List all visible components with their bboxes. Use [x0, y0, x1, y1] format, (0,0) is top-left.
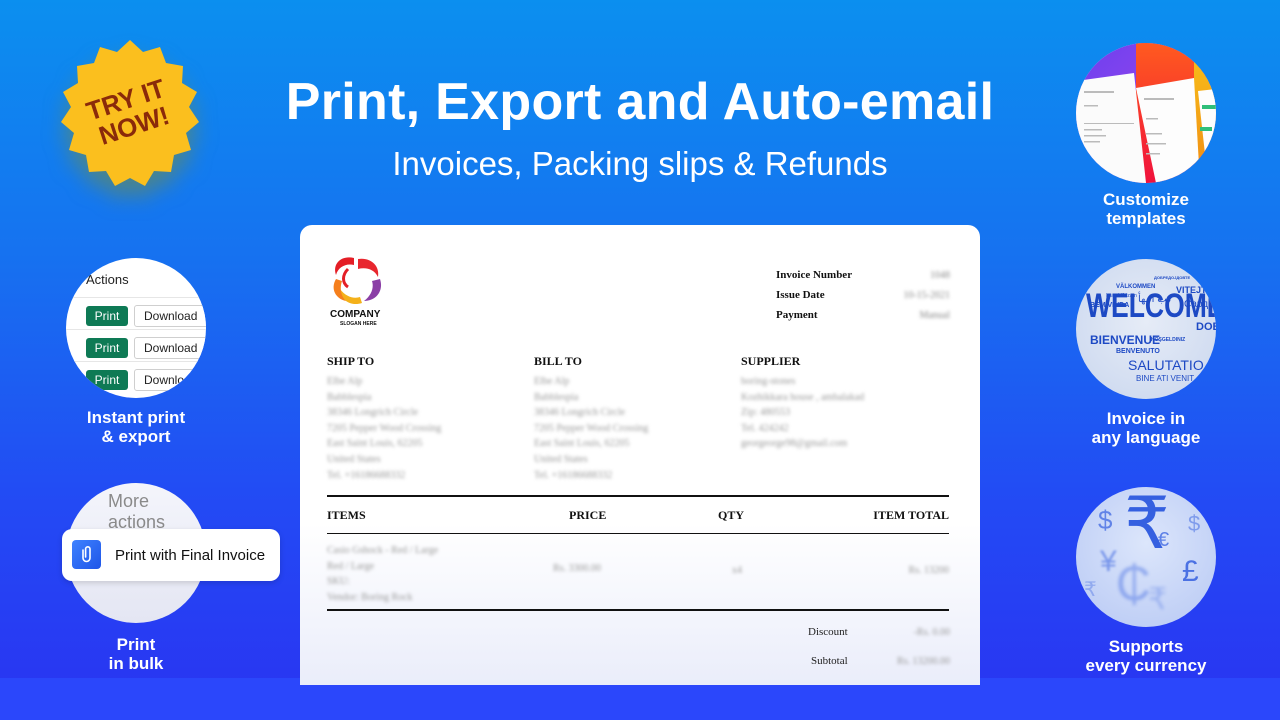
pound-icon: £	[1182, 555, 1199, 588]
lang-word: HOŞGELDINIZ	[1151, 337, 1186, 343]
actions-title: Actions	[86, 272, 129, 287]
print-with-final-invoice-item[interactable]: Print with Final Invoice	[62, 529, 280, 581]
feature-customize-templates: Customize templates	[1071, 43, 1221, 228]
lang-word: Laipni lūdzam	[1106, 293, 1137, 299]
item-total-header: ITEM TOTAL	[873, 508, 949, 522]
discount-label: Discount	[808, 626, 848, 638]
ship-to-address: Elbe Alp Babblespia 38346 Longrich Circl…	[327, 376, 442, 481]
payment-label: Payment	[776, 309, 818, 321]
price-header: PRICE	[569, 508, 607, 522]
issue-date-value: 10-15-2021	[903, 290, 950, 301]
feature-label: Supports every currency	[1085, 637, 1207, 675]
lang-word: VÄLKOMMEN	[1116, 284, 1156, 290]
try-it-now-badge[interactable]: TRY IT NOW!	[50, 38, 210, 193]
lang-word: SALUTATIO	[1128, 357, 1204, 373]
lang-word: ДОБРЕДОЈДОВТЕ	[1154, 275, 1191, 280]
lang-word: BENVENUTO	[1116, 348, 1160, 355]
action-row: Print Download	[66, 329, 206, 361]
feature-every-currency: ₹ $ € ¥ ₵ £ $ ₹ ₹ Supports every currenc…	[1071, 487, 1221, 675]
download-select[interactable]: Download	[134, 305, 206, 327]
yen-icon: ¥	[1100, 545, 1117, 578]
templates-preview	[1076, 43, 1216, 183]
action-row: Print Download	[66, 297, 206, 329]
company-name: COMPANY	[330, 309, 381, 320]
items-header: ITEMS	[327, 508, 366, 522]
feature-instant-print: Actions Print Download Print Download Pr…	[61, 258, 211, 446]
invoice-preview: COMPANY SLOGAN HERE Invoice Number 1048 …	[300, 225, 980, 685]
feature-label: Print in bulk	[108, 635, 164, 673]
table-bottom-rule	[327, 609, 949, 611]
cedi-icon: ₵	[1116, 558, 1151, 611]
payment-value: Manual	[919, 310, 950, 321]
lang-word: BIENVENUE	[1090, 333, 1161, 347]
dollar-icon: $	[1098, 505, 1113, 535]
print-button[interactable]: Print	[86, 306, 128, 326]
company-slogan: SLOGAN HERE	[340, 321, 377, 327]
print-button[interactable]: Print	[86, 338, 128, 358]
lang-word: Сардак	[1184, 299, 1216, 310]
actions-preview: Actions Print Download Print Download Pr…	[66, 258, 206, 398]
supplier-heading: SUPPLIER	[741, 354, 801, 368]
header-rule	[327, 533, 949, 534]
invoice-number-label: Invoice Number	[776, 269, 853, 281]
paperclip-icon	[72, 540, 101, 569]
menu-item-label: Print with Final Invoice	[115, 547, 266, 564]
feature-label: Invoice in any language	[1091, 409, 1201, 447]
rupee-icon: ₹	[1124, 487, 1170, 564]
feature-label: Instant print & export	[86, 408, 186, 446]
bill-to-address: Elbe Alp Babblespia 38346 Longrich Circl…	[534, 376, 649, 481]
dollar-icon: $	[1188, 511, 1201, 536]
rupee-icon: ₹	[1084, 579, 1097, 601]
templates-illustration	[1076, 43, 1216, 183]
company-logo-icon	[333, 257, 382, 305]
qty-header: QTY	[718, 508, 745, 522]
feature-label: Customize templates	[1103, 190, 1189, 228]
action-row: Print Download	[66, 361, 206, 393]
language-preview: WELCOME BIENVENUE SALUTATIO BEM VINDA VÄ…	[1076, 259, 1216, 399]
discount-value: -Rs. 0.00	[913, 627, 950, 638]
table-top-rule	[327, 495, 949, 497]
invoice-number-value: 1048	[930, 270, 950, 281]
more-actions-label: More actions	[108, 491, 166, 532]
issue-date-label: Issue Date	[776, 289, 825, 301]
download-select[interactable]: Download	[134, 337, 206, 359]
currency-preview: ₹ $ € ¥ ₵ £ $ ₹ ₹	[1076, 487, 1216, 627]
ship-to-heading: SHIP TO	[327, 354, 375, 368]
lang-word: BEM VINDA	[1090, 302, 1130, 309]
feature-any-language: WELCOME BIENVENUE SALUTATIO BEM VINDA VÄ…	[1071, 259, 1221, 447]
item-price: Rs. 3300.00	[553, 563, 602, 574]
item-qty: x4	[732, 565, 742, 576]
lang-word: BINE ATI VENIT	[1136, 374, 1195, 383]
bill-to-heading: BILL TO	[534, 354, 582, 368]
lang-word: DOB	[1196, 321, 1216, 333]
supplier-address: boring-stones Kozhikkara house , ambalak…	[741, 376, 865, 450]
item-total: Rs. 13200	[908, 565, 949, 576]
rupee-icon: ₹	[1148, 583, 1168, 616]
download-select[interactable]: Download	[134, 369, 206, 391]
subtotal-value: Rs. 13200.00	[896, 656, 950, 667]
subtotal-label: Subtotal	[811, 655, 848, 667]
item-description: Casio Gshock - Red / Large Red / Large S…	[327, 545, 439, 603]
print-button[interactable]: Print	[86, 370, 128, 390]
euro-icon: €	[1158, 529, 1170, 551]
lang-word: VITEJTE	[1176, 285, 1213, 295]
lang-word: كب الـهأ	[1138, 294, 1172, 305]
